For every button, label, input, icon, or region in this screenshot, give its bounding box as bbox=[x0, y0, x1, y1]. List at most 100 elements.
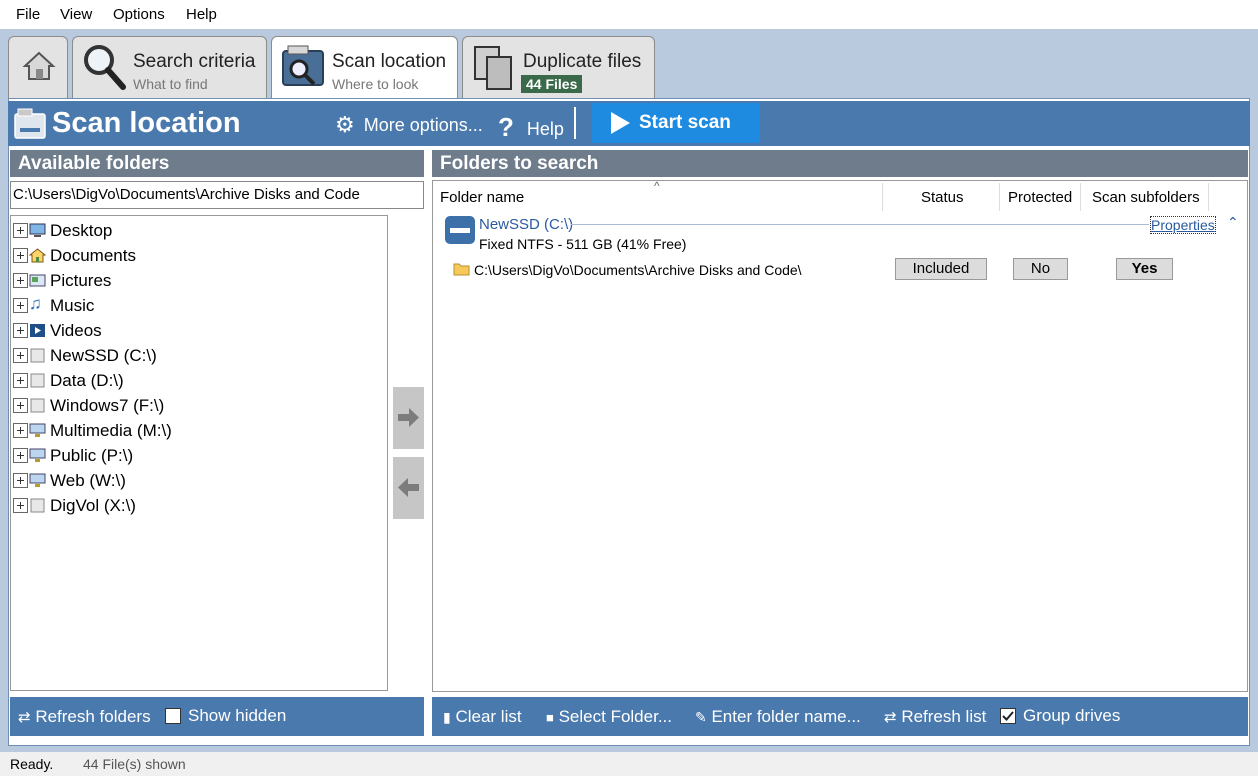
clear-list-button[interactable]: ▮ Clear list bbox=[443, 707, 522, 727]
tab-duplicate-files[interactable]: Duplicate files 44 Files bbox=[462, 36, 655, 98]
group-drives-checkbox[interactable] bbox=[1000, 708, 1016, 724]
tree-item-label: Windows7 (F:\) bbox=[50, 396, 165, 415]
page-title: Scan location bbox=[52, 107, 241, 139]
refresh-list-button[interactable]: ⇄ Refresh list bbox=[884, 707, 986, 727]
file-count-text: 44 File(s) shown bbox=[83, 756, 186, 772]
toolbar-divider bbox=[574, 107, 576, 139]
expand-icon[interactable] bbox=[13, 273, 28, 288]
arrow-right-icon bbox=[398, 408, 419, 427]
more-options-label: More options... bbox=[363, 115, 483, 135]
scan-subfolders-toggle[interactable]: Yes bbox=[1116, 258, 1173, 280]
folder-path-input[interactable]: C:\Users\DigVo\Documents\Archive Disks a… bbox=[10, 181, 424, 209]
table-row[interactable]: C:\Users\DigVo\Documents\Archive Disks a… bbox=[433, 257, 1247, 283]
tab-subtitle: What to find bbox=[133, 76, 208, 92]
play-icon bbox=[611, 112, 630, 134]
tree-item-label: Web (W:\) bbox=[50, 471, 126, 490]
menu-options[interactable]: Options bbox=[113, 6, 165, 23]
tree-item-label: Music bbox=[50, 296, 95, 315]
start-scan-button[interactable]: Start scan bbox=[592, 103, 760, 143]
menu-help[interactable]: Help bbox=[186, 6, 217, 23]
expand-icon[interactable] bbox=[13, 248, 28, 263]
network-drive-icon bbox=[29, 473, 46, 487]
menu-view[interactable]: View bbox=[60, 6, 92, 23]
tree-item-label: Public (P:\) bbox=[50, 446, 134, 465]
refresh-folders-button[interactable]: ⇄ Refresh folders bbox=[18, 707, 151, 727]
tab-title: Duplicate files bbox=[523, 51, 642, 72]
select-folder-label: Select Folder... bbox=[558, 707, 672, 726]
column-scan-subfolders[interactable]: Scan subfolders bbox=[1092, 189, 1200, 206]
expand-icon[interactable] bbox=[13, 398, 28, 413]
select-folder-button[interactable]: ■ Select Folder... bbox=[546, 707, 672, 727]
expand-icon[interactable] bbox=[13, 373, 28, 388]
gear-icon: ⚙ bbox=[335, 112, 355, 137]
drive-icon bbox=[30, 498, 45, 513]
drive-icon bbox=[30, 373, 45, 388]
status-text: Ready. bbox=[10, 756, 54, 772]
group-drives-label: Group drives bbox=[1023, 706, 1121, 725]
drive-properties-link[interactable]: Properties bbox=[1150, 216, 1216, 234]
tree-item-label: Data (D:\) bbox=[50, 371, 124, 390]
help-label: Help bbox=[526, 119, 564, 139]
drive-group-line bbox=[571, 224, 1149, 225]
tab-title: Scan location bbox=[332, 51, 447, 72]
expand-icon[interactable] bbox=[13, 223, 28, 238]
tree-item-label: DigVol (X:\) bbox=[50, 496, 136, 515]
tab-scan-location[interactable]: Scan location Where to look bbox=[271, 36, 458, 99]
folder-icon: ■ bbox=[546, 710, 554, 725]
add-folder-button[interactable] bbox=[393, 387, 424, 449]
expand-icon[interactable] bbox=[13, 298, 28, 313]
tree-item-label: Desktop bbox=[50, 221, 113, 240]
right-action-bar: ▮ Clear list ■ Select Folder... ✎ Enter … bbox=[432, 697, 1248, 736]
menu-bar: File View Options Help bbox=[0, 0, 1258, 29]
music-icon: ♫ bbox=[29, 294, 42, 313]
refresh-icon: ⇄ bbox=[18, 709, 31, 726]
clear-list-label: Clear list bbox=[455, 707, 522, 726]
tab-search-criteria[interactable]: Search criteria What to find bbox=[72, 36, 267, 98]
column-separator bbox=[999, 183, 1000, 211]
enter-folder-name-label: Enter folder name... bbox=[711, 707, 861, 726]
drive-icon bbox=[30, 398, 45, 413]
enter-folder-name-button[interactable]: ✎ Enter folder name... bbox=[695, 707, 861, 727]
pictures-icon bbox=[29, 274, 46, 287]
tab-home[interactable] bbox=[8, 36, 68, 98]
panel-toolbar: Scan location ⚙ More options... ? Help S… bbox=[8, 101, 1250, 146]
expand-icon[interactable] bbox=[13, 448, 28, 463]
more-options-button[interactable]: ⚙ More options... bbox=[335, 111, 483, 137]
collapse-group-icon[interactable]: ⌃ bbox=[1227, 214, 1239, 231]
column-protected[interactable]: Protected bbox=[1008, 189, 1072, 206]
desktop-icon bbox=[29, 223, 46, 237]
menu-file[interactable]: File bbox=[16, 6, 40, 23]
expand-icon[interactable] bbox=[13, 498, 28, 513]
home-icon bbox=[22, 51, 56, 80]
folders-to-search-list[interactable]: ^ Folder name Status Protected Scan subf… bbox=[432, 179, 1248, 692]
column-status[interactable]: Status bbox=[921, 189, 964, 206]
status-badge[interactable]: Included bbox=[895, 258, 987, 280]
folder-tree[interactable]: Desktop Documents Pictures ♫ Music Video… bbox=[10, 215, 388, 691]
videos-icon bbox=[30, 324, 45, 337]
drive-info: Fixed NTFS - 511 GB (41% Free) bbox=[479, 236, 687, 252]
column-separator bbox=[1208, 183, 1209, 211]
column-folder-name[interactable]: Folder name bbox=[440, 189, 524, 206]
help-button[interactable]: ? Help bbox=[498, 111, 564, 142]
refresh-list-label: Refresh list bbox=[901, 707, 987, 726]
start-scan-label: Start scan bbox=[639, 112, 731, 133]
clear-icon: ▮ bbox=[443, 709, 451, 725]
refresh-folders-label: Refresh folders bbox=[35, 707, 151, 726]
drive-group-name: NewSSD (C:\) bbox=[479, 216, 574, 233]
expand-icon[interactable] bbox=[13, 323, 28, 338]
folder-icon bbox=[453, 263, 470, 276]
arrow-left-icon bbox=[398, 478, 419, 497]
network-drive-icon bbox=[29, 448, 46, 462]
column-separator bbox=[1080, 183, 1081, 211]
remove-folder-button[interactable] bbox=[393, 457, 424, 519]
expand-icon[interactable] bbox=[13, 423, 28, 438]
expand-icon[interactable] bbox=[13, 473, 28, 488]
magnifier-icon bbox=[84, 45, 126, 90]
checkmark-icon bbox=[1002, 711, 1014, 721]
protected-toggle[interactable]: No bbox=[1013, 258, 1068, 280]
network-drive-icon bbox=[29, 423, 46, 437]
show-hidden-checkbox[interactable] bbox=[165, 708, 181, 724]
expand-icon[interactable] bbox=[13, 348, 28, 363]
tree-item-label: Pictures bbox=[50, 271, 112, 290]
pencil-icon: ✎ bbox=[695, 709, 707, 725]
